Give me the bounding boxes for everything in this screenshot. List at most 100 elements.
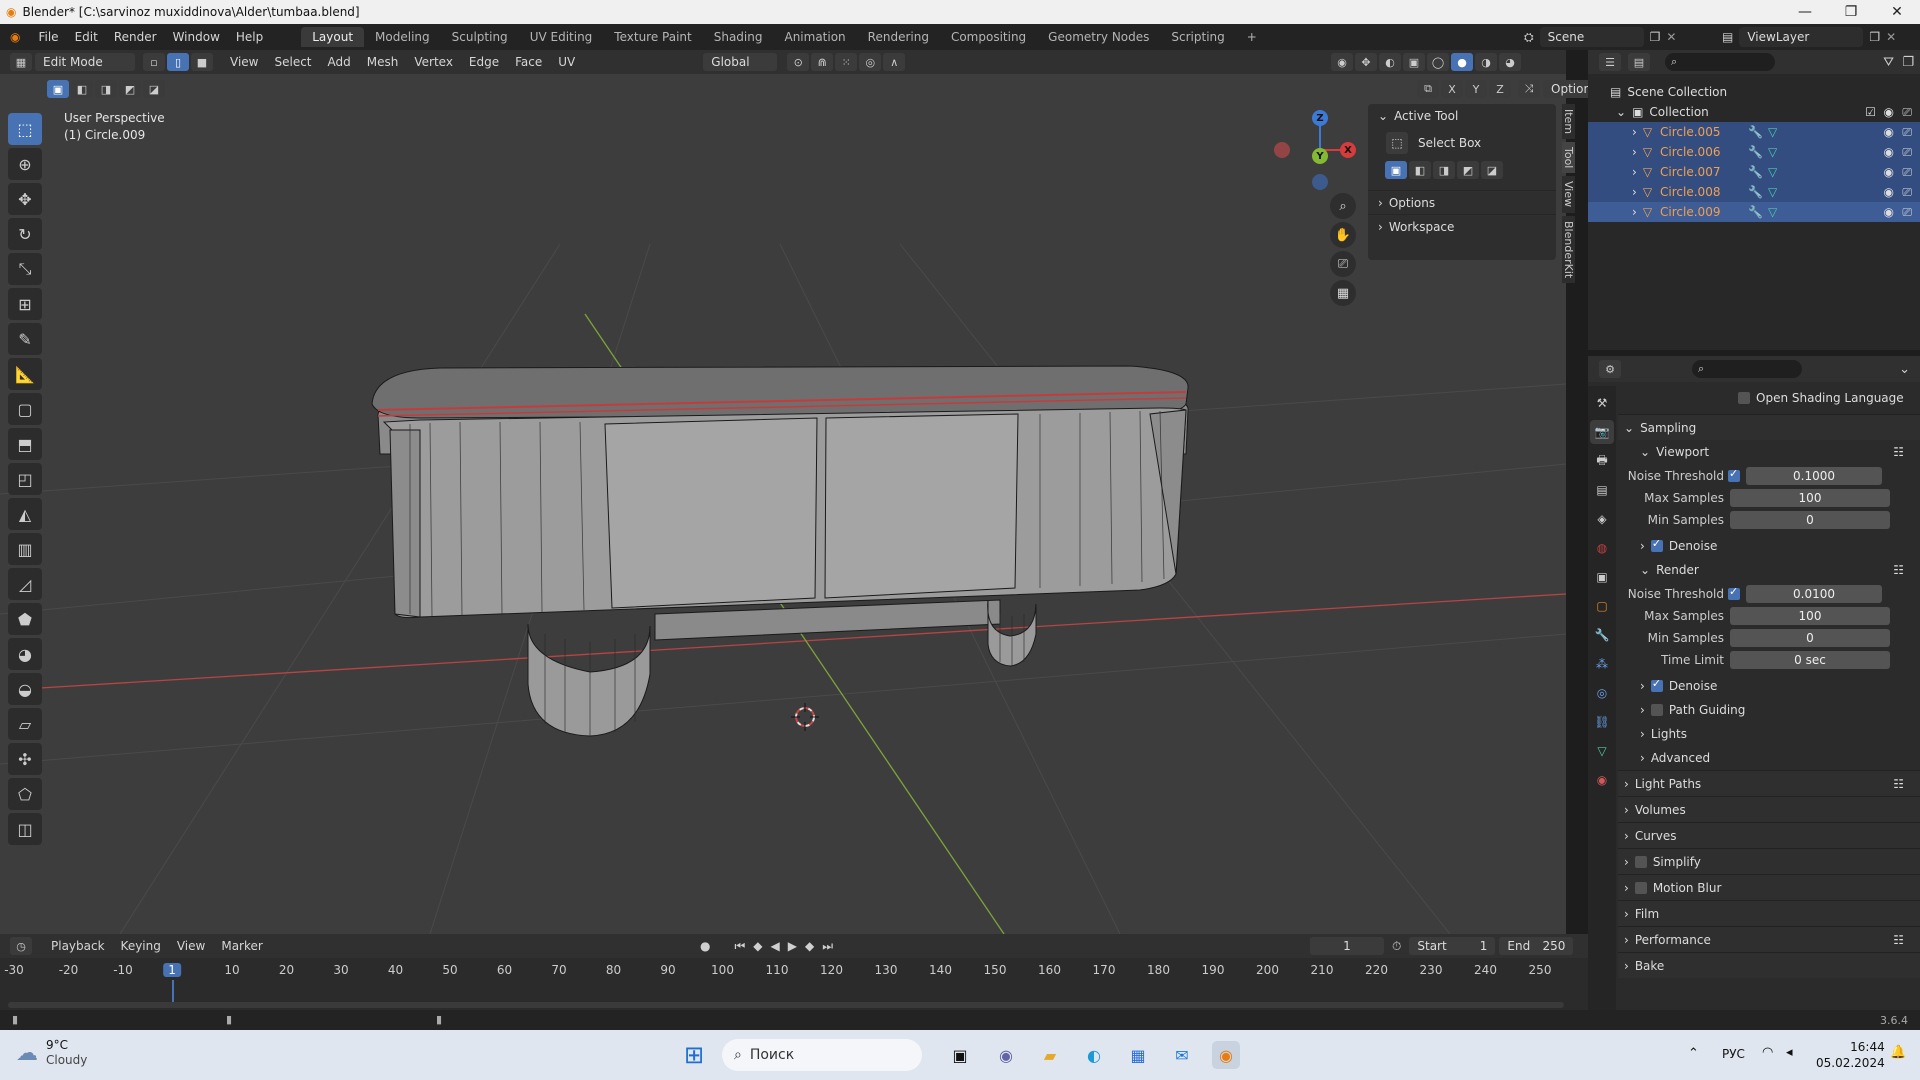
tab-animation[interactable]: Animation (773, 27, 856, 47)
scene-collection-row[interactable]: ▤ Scene Collection (1588, 82, 1920, 102)
axis-y-toggle[interactable]: Y (1465, 80, 1487, 98)
curves-panel-header[interactable]: › Curves (1618, 822, 1920, 848)
menu-view[interactable]: View (222, 55, 266, 69)
rendered-shading-icon[interactable]: ◕ (1499, 53, 1521, 71)
data-tab-icon[interactable]: ▽ (1590, 739, 1614, 763)
outliner-object-row[interactable]: › ▽ Circle.006 🔧 ▽ ◉ ⎚ (1588, 142, 1920, 162)
axis-z-toggle[interactable]: Z (1489, 80, 1511, 98)
tab-blenderkit[interactable]: BlenderKit (1562, 215, 1575, 283)
eye-icon[interactable]: ◉ (1884, 145, 1894, 159)
navigation-gizmo[interactable]: Z X Y (1270, 106, 1360, 196)
display-mode-icon[interactable]: ▤ (1628, 53, 1650, 71)
active-tool-header[interactable]: ⌄ Active Tool (1368, 104, 1556, 128)
menu-vertex[interactable]: Vertex (406, 55, 461, 69)
properties-search-input[interactable]: ⌕ (1692, 360, 1802, 378)
chevron-down-icon[interactable]: ⌄ (1899, 362, 1910, 377)
menu-uv[interactable]: UV (550, 55, 583, 69)
chevron-up-icon[interactable]: ⌃ (1688, 1046, 1699, 1061)
mail-icon[interactable]: ✉ (1168, 1041, 1196, 1069)
tab-item[interactable]: Item (1562, 104, 1575, 140)
mirror-icon[interactable]: ⧉ (1417, 80, 1439, 98)
outliner-object-row[interactable]: › ▽ Circle.007 🔧 ▽ ◉ ⎚ (1588, 162, 1920, 182)
tab-scripting[interactable]: Scripting (1160, 27, 1235, 47)
editor-type-icon[interactable]: ▦ (10, 53, 32, 71)
tab-modeling[interactable]: Modeling (364, 27, 441, 47)
menu-add[interactable]: Add (320, 55, 359, 69)
menu-window[interactable]: Window (165, 30, 228, 44)
play-reverse-icon[interactable]: ◀ (771, 939, 780, 953)
path-guiding-checkbox[interactable] (1650, 704, 1663, 716)
select-intersect-icon[interactable]: ◪ (143, 80, 165, 98)
play-icon[interactable]: ▶ (788, 939, 797, 953)
render-noise-threshold-checkbox[interactable] (1728, 585, 1740, 600)
simplify-checkbox[interactable] (1634, 855, 1647, 868)
sampling-panel-header[interactable]: ⌄ Sampling (1618, 414, 1920, 440)
xray-icon[interactable]: ▣ (1403, 53, 1425, 71)
options-section[interactable]: › Options (1368, 190, 1556, 214)
advanced-row[interactable]: › Advanced (1618, 746, 1920, 770)
edge-browser-icon[interactable]: ◐ (1080, 1041, 1108, 1069)
tab-geometry-nodes[interactable]: Geometry Nodes (1037, 27, 1160, 47)
spin-tool-icon[interactable]: ◕ (8, 638, 42, 670)
viewport-denoise-row[interactable]: › Denoise (1618, 534, 1920, 558)
face-select-icon[interactable]: ■ (191, 53, 213, 71)
render-denoise-checkbox[interactable] (1650, 677, 1663, 692)
filter-icon[interactable]: ⛛ (1883, 55, 1894, 70)
menu-render[interactable]: Render (106, 30, 165, 44)
ortho-toggle-icon[interactable]: ▦ (1330, 280, 1356, 306)
eye-icon[interactable]: ◉ (1884, 165, 1894, 179)
visibility-icon[interactable]: ◉ (1331, 53, 1353, 71)
maximize-button[interactable]: ❐ (1828, 0, 1874, 24)
mode-selector[interactable]: Edit Mode (35, 53, 135, 71)
osl-checkbox[interactable] (1738, 392, 1750, 404)
clock[interactable]: 16:44 05.02.2024 (1816, 1039, 1885, 1071)
smooth-tool-icon[interactable]: ◒ (8, 673, 42, 705)
vertex-select-icon[interactable]: ▫ (143, 53, 165, 71)
jump-end-icon[interactable]: ⏭ (822, 939, 833, 954)
menu-timeline-view[interactable]: View (169, 939, 213, 953)
tab-texture-paint[interactable]: Texture Paint (603, 27, 702, 47)
blender-taskbar-icon[interactable]: ◉ (1212, 1041, 1240, 1069)
mode-invert-icon[interactable]: ◩ (1457, 161, 1479, 179)
select-invert-icon[interactable]: ◩ (119, 80, 141, 98)
windows-start-icon[interactable]: ⊞ (680, 1041, 708, 1069)
new-scene-icon[interactable]: ❐ (1650, 30, 1661, 44)
viewport-noise-threshold-field[interactable]: 0.1000 (1746, 467, 1882, 485)
presets-icon[interactable]: ☷ (1893, 933, 1904, 947)
workspace-section[interactable]: › Workspace (1368, 214, 1556, 238)
menu-face[interactable]: Face (507, 55, 550, 69)
measure-tool-icon[interactable]: 📐 (8, 358, 42, 390)
camera-render-icon[interactable]: ⎚ (1902, 185, 1912, 200)
select-subtract-icon[interactable]: ◨ (95, 80, 117, 98)
world-tab-icon[interactable]: ◍ (1590, 536, 1614, 560)
menu-edit[interactable]: Edit (67, 30, 106, 44)
menu-mesh[interactable]: Mesh (359, 55, 407, 69)
path-guiding-row[interactable]: › Path Guiding (1618, 698, 1920, 722)
rip-region-tool-icon[interactable]: ◫ (8, 813, 42, 845)
close-button[interactable]: ✕ (1874, 0, 1920, 24)
jump-keyframe-back-icon[interactable]: ◆ (753, 939, 762, 953)
viewport-min-samples-field[interactable]: 0 (1730, 511, 1890, 529)
y-axis-icon[interactable]: Y (1312, 148, 1328, 164)
render-denoise-row[interactable]: › Denoise (1618, 674, 1920, 698)
delete-view-layer-icon[interactable]: ✕ (1886, 30, 1896, 44)
material-tab-icon[interactable]: ◉ (1590, 768, 1614, 792)
edge-slide-tool-icon[interactable]: ▱ (8, 708, 42, 740)
minimize-button[interactable]: — (1782, 0, 1828, 24)
shear-tool-icon[interactable]: ⬠ (8, 778, 42, 810)
poly-build-tool-icon[interactable]: ⬟ (8, 603, 42, 635)
inset-tool-icon[interactable]: ◰ (8, 463, 42, 495)
zoom-icon[interactable]: ⌕ (1330, 193, 1356, 219)
motion-blur-checkbox[interactable] (1634, 881, 1647, 894)
start-frame-field[interactable]: Start 1 (1409, 937, 1496, 955)
scene-tab-icon[interactable]: ◈ (1590, 507, 1614, 531)
menu-playback[interactable]: Playback (43, 939, 113, 953)
knife-tool-icon[interactable]: ◿ (8, 568, 42, 600)
pivot-icon[interactable]: ⊙ (787, 53, 810, 71)
orientation-selector[interactable]: Global (703, 53, 778, 71)
z-axis-icon[interactable]: Z (1312, 110, 1328, 126)
viewport-subpanel-header[interactable]: ⌄ Viewport ☷ (1618, 440, 1920, 464)
playhead-line[interactable] (172, 980, 175, 1002)
simplify-panel-header[interactable]: › Simplify (1618, 848, 1920, 874)
scene-selector[interactable]: Scene (1539, 27, 1644, 47)
